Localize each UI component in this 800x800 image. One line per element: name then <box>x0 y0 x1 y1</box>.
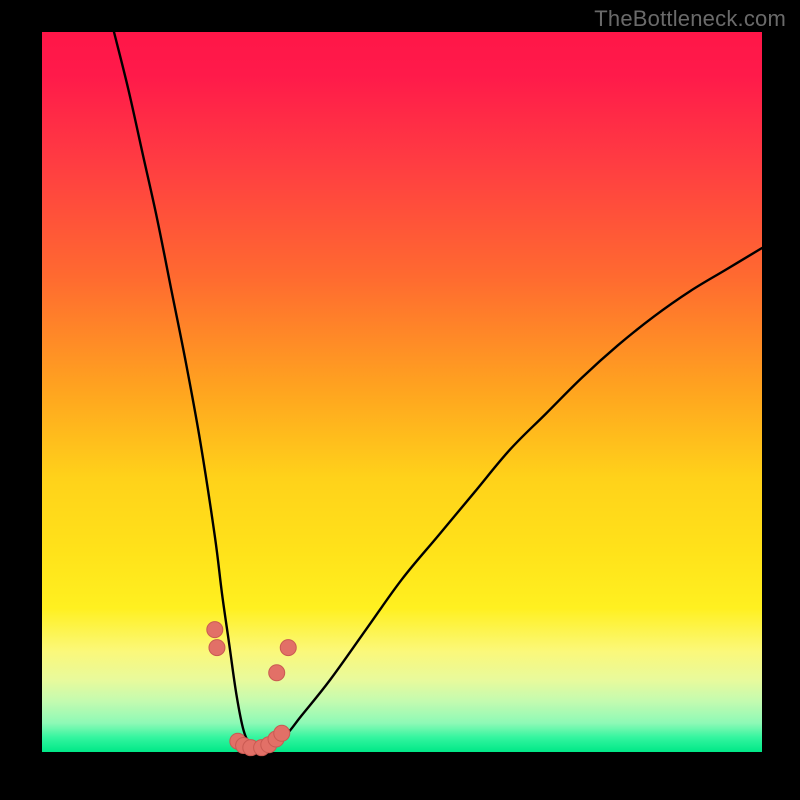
plot-area <box>42 32 762 752</box>
curve-marker <box>280 640 296 656</box>
curve-marker <box>209 640 225 656</box>
curve-markers <box>207 622 296 756</box>
watermark-text: TheBottleneck.com <box>594 6 786 32</box>
chart-svg <box>42 32 762 752</box>
curve-marker <box>274 725 290 741</box>
chart-frame: TheBottleneck.com <box>0 0 800 800</box>
curve-marker <box>269 665 285 681</box>
curve-marker <box>207 622 223 638</box>
